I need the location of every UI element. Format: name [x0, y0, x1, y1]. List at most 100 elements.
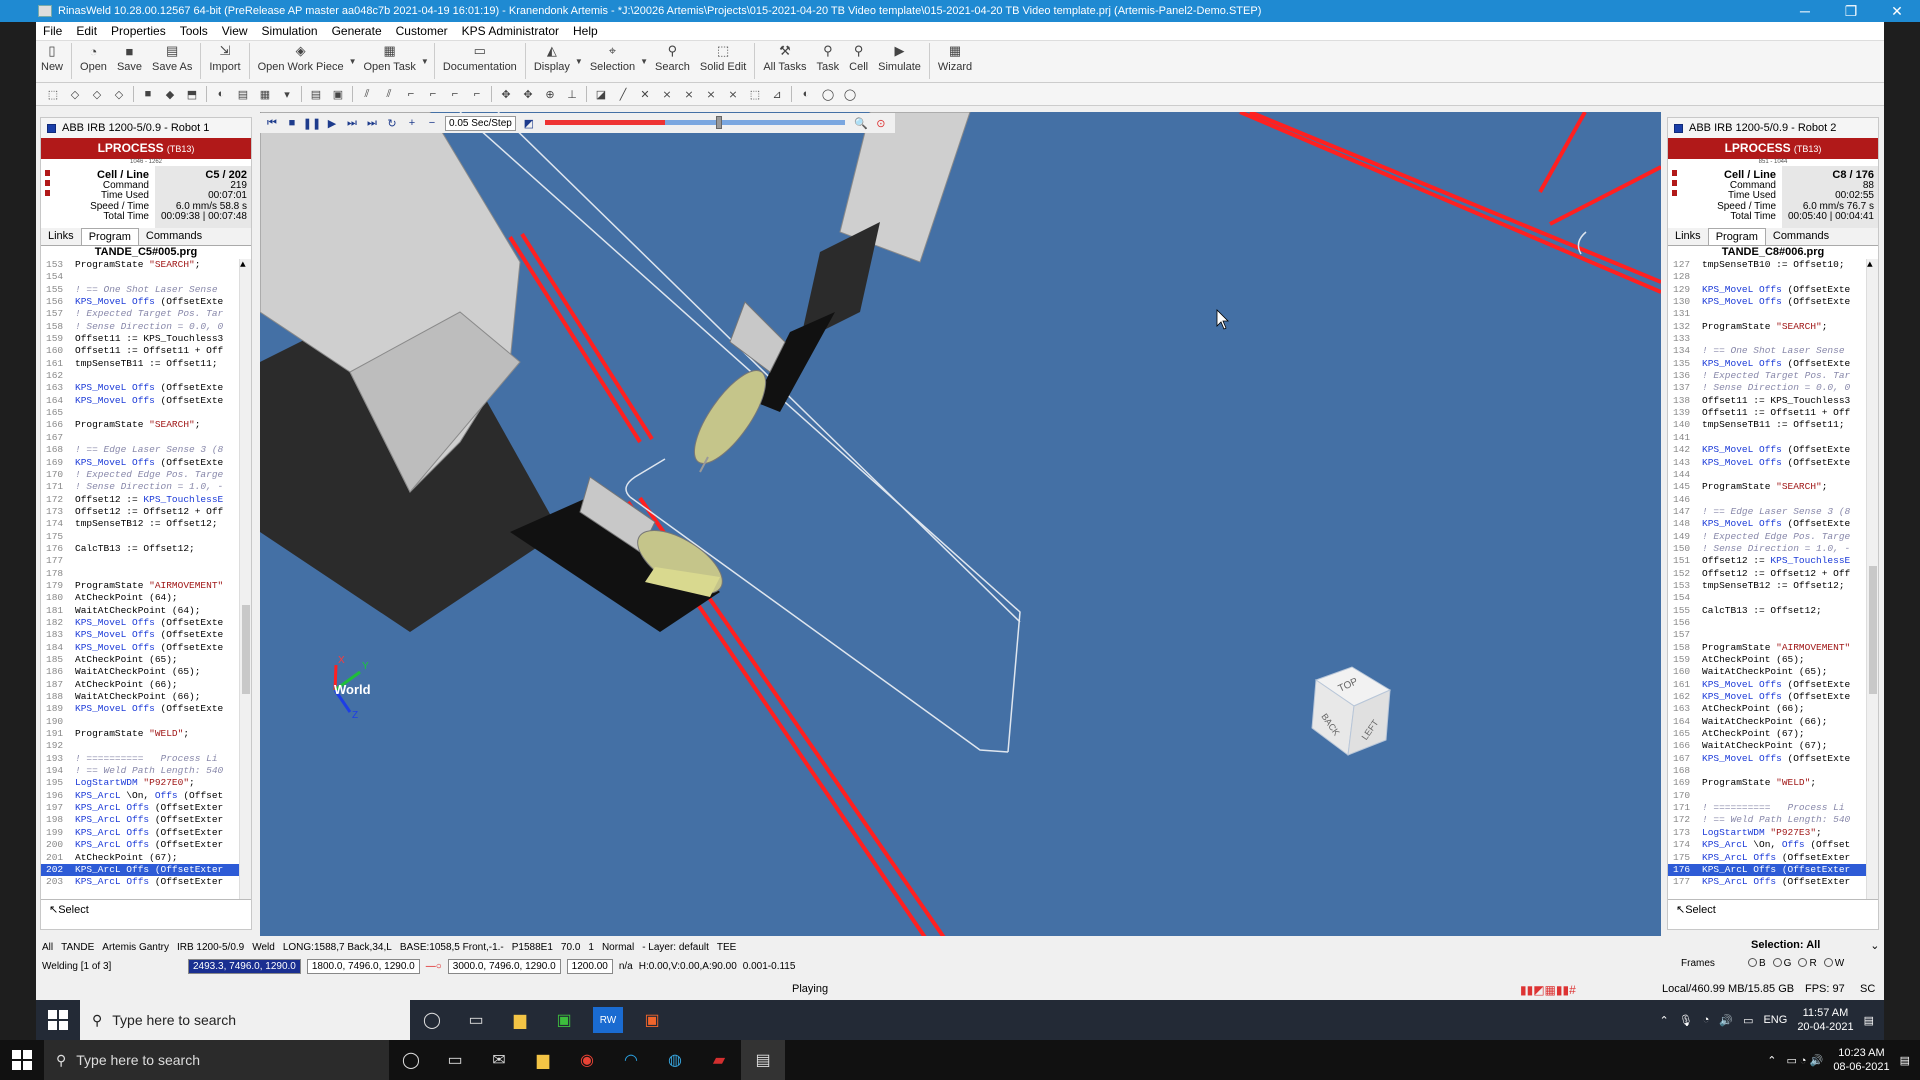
view-tool-icon[interactable]: ◐	[213, 86, 229, 102]
program-code-listing[interactable]: 127 tmpSenseTB10 := Offset10; 128 129 KPS_Mo…	[1668, 259, 1878, 899]
code-line[interactable]: 161 tmpSenseTB11 := Offset11;	[41, 358, 251, 370]
code-line[interactable]: 134 ! == One Shot Laser Sense	[1668, 345, 1878, 357]
record-icon[interactable]: ◩	[521, 116, 537, 130]
code-scrollbar[interactable]: ▲	[239, 259, 251, 899]
code-line[interactable]: 195 LogStartWDM "P927E0";	[41, 777, 251, 789]
cortana-icon[interactable]: ◯	[410, 1000, 454, 1040]
dropdown-arrow-icon[interactable]: ▼	[421, 57, 429, 66]
menu-customer[interactable]: Customer	[389, 24, 455, 38]
code-line[interactable]: 127 tmpSenseTB10 := Offset10;	[1668, 259, 1878, 271]
view-tool-icon[interactable]: ✥	[498, 86, 514, 102]
code-line[interactable]: 188 WaitAtCheckPoint (66);	[41, 691, 251, 703]
code-line[interactable]: 157 ! Expected Target Pos. Tar	[41, 308, 251, 320]
code-scrollbar[interactable]: ▲	[1866, 259, 1878, 899]
view-tool-icon[interactable]: ◐	[798, 86, 814, 102]
view-tool-icon[interactable]: ⬚	[747, 86, 763, 102]
tab-links[interactable]: Links	[41, 228, 81, 245]
view-tool-icon[interactable]: ▤	[235, 86, 251, 102]
code-line[interactable]: 203 KPS_ArcL Offs (OffsetExter	[41, 876, 251, 888]
camtasia-green-icon[interactable]: ▣	[542, 1000, 586, 1040]
toolbar-selection-button[interactable]: ⌖ Selection	[585, 43, 640, 73]
remote-search-box[interactable]: ⚲ Type here to search	[80, 1000, 410, 1040]
view-tool-icon[interactable]: ⬚	[45, 86, 61, 102]
rewind-start-icon[interactable]: ⏮	[264, 116, 280, 130]
menu-view[interactable]: View	[215, 24, 255, 38]
step-forward-icon[interactable]: ⏭	[344, 116, 360, 130]
code-line[interactable]: 156 KPS_MoveL Offs (OffsetExte	[41, 296, 251, 308]
code-line[interactable]: 183 KPS_MoveL Offs (OffsetExte	[41, 629, 251, 641]
view-tool-icon[interactable]: ⫽	[359, 86, 375, 102]
code-line[interactable]: 158 ProgramState "AIRMOVEMENT"	[1668, 642, 1878, 654]
code-line[interactable]: 187 AtCheckPoint (66);	[41, 679, 251, 691]
file-explorer-icon[interactable]: ▆	[498, 1000, 542, 1040]
scene-canvas[interactable]: X Y Z World TOP BACK LEFT	[260, 112, 1661, 936]
code-line[interactable]: 148 KPS_MoveL Offs (OffsetExte	[1668, 518, 1878, 530]
code-line[interactable]: 172 ! == Weld Path Length: 540	[1668, 814, 1878, 826]
code-line[interactable]: 166 ProgramState "SEARCH";	[41, 419, 251, 431]
code-line[interactable]: 169 KPS_MoveL Offs (OffsetExte	[41, 457, 251, 469]
code-line[interactable]: 144	[1668, 469, 1878, 481]
code-line[interactable]: 152 Offset12 := Offset12 + Off	[1668, 568, 1878, 580]
host-tray-chevron-icon[interactable]: ⌃	[1767, 1054, 1776, 1067]
tab-commands[interactable]: Commands	[1766, 228, 1836, 245]
tab-program[interactable]: Program	[1707, 228, 1766, 245]
code-line[interactable]: 153 tmpSenseTB12 := Offset12;	[1668, 580, 1878, 592]
view-tool-icon[interactable]: ⌐	[469, 86, 485, 102]
toolbar-import-button[interactable]: ⇲ Import	[204, 43, 245, 73]
view-tool-icon[interactable]: ▣	[330, 86, 346, 102]
toolbar-save-button[interactable]: ■ Save	[112, 43, 147, 74]
view-tool-icon[interactable]: ◇	[67, 86, 83, 102]
code-line[interactable]: 202 KPS_ArcL Offs (OffsetExter	[41, 863, 251, 877]
code-line[interactable]: 175 KPS_ArcL Offs (OffsetExter	[1668, 852, 1878, 864]
frame-option-g[interactable]: G	[1772, 958, 1791, 969]
code-line[interactable]: 175	[41, 531, 251, 543]
code-line[interactable]: 132 ProgramState "SEARCH";	[1668, 321, 1878, 333]
host-task-view-icon[interactable]: ▭	[433, 1040, 477, 1080]
stop-icon[interactable]: ■	[284, 116, 300, 130]
code-line[interactable]: 162 KPS_MoveL Offs (OffsetExte	[1668, 691, 1878, 703]
scroll-up-icon[interactable]: ▲	[1867, 259, 1878, 271]
robot-selector[interactable]: ABB IRB 1200-5/0.9 - Robot 2	[1668, 118, 1878, 138]
menu-properties[interactable]: Properties	[104, 24, 173, 38]
pdf-reader-icon[interactable]: ▰	[697, 1040, 741, 1080]
step-size-field[interactable]: 0.05 Sec/Step	[445, 115, 516, 131]
code-line[interactable]: 157	[1668, 629, 1878, 641]
code-line[interactable]: 128	[1668, 271, 1878, 283]
toolbar-simulate-button[interactable]: ▶ Simulate	[873, 43, 926, 73]
code-line[interactable]: 180 AtCheckPoint (64);	[41, 592, 251, 604]
zoom-icon[interactable]: 🔍	[853, 116, 869, 130]
code-line[interactable]: 179 ProgramState "AIRMOVEMENT"	[41, 580, 251, 592]
view-tool-icon[interactable]: ⊥	[564, 86, 580, 102]
language-indicator[interactable]: ENG	[1763, 1014, 1787, 1026]
menu-file[interactable]: File	[36, 24, 69, 38]
code-line[interactable]: 141	[1668, 432, 1878, 444]
view-tool-icon[interactable]: ■	[140, 86, 156, 102]
view-tool-icon[interactable]: ⨯	[681, 86, 697, 102]
close-button[interactable]: ✕	[1874, 3, 1920, 20]
code-line[interactable]: 165	[41, 407, 251, 419]
volume-icon[interactable]: 🔊	[1719, 1014, 1733, 1027]
speed-down-icon[interactable]: −	[424, 116, 440, 130]
selection-filter[interactable]: Selection: All	[1751, 939, 1820, 951]
code-line[interactable]: 169 ProgramState "WELD";	[1668, 777, 1878, 789]
code-line[interactable]: 158 ! Sense Direction = 0.0, 0	[41, 321, 251, 333]
toolbar-save-as-button[interactable]: ▤ Save As	[147, 43, 197, 73]
mic-icon[interactable]: 🎙	[1679, 1014, 1693, 1027]
view-tool-icon[interactable]: ⨯	[725, 86, 741, 102]
code-line[interactable]: 170	[1668, 790, 1878, 802]
code-line[interactable]: 133	[1668, 333, 1878, 345]
code-line[interactable]: 196 KPS_ArcL \On, Offs (Offset	[41, 790, 251, 802]
view-tool-icon[interactable]: ▤	[308, 86, 324, 102]
dropdown-arrow-icon[interactable]: ▼	[349, 57, 357, 66]
code-line[interactable]: 176 CalcTB13 := Offset12;	[41, 543, 251, 555]
remote-clock[interactable]: 11:57 AM 20-04-2021	[1797, 1006, 1853, 1034]
robot-selector[interactable]: ABB IRB 1200-5/0.9 - Robot 1	[41, 118, 251, 138]
frame-option-w[interactable]: W	[1823, 958, 1844, 969]
code-line[interactable]: 138 Offset11 := KPS_Touchless3	[1668, 395, 1878, 407]
code-line[interactable]: 199 KPS_ArcL Offs (OffsetExter	[41, 827, 251, 839]
code-line[interactable]: 201 AtCheckPoint (67);	[41, 852, 251, 864]
battery-icon[interactable]: ▭	[1743, 1014, 1753, 1027]
code-line[interactable]: 165 AtCheckPoint (67);	[1668, 728, 1878, 740]
play-icon[interactable]: ▶	[324, 116, 340, 130]
toolbar-open-work-piece-button[interactable]: ◈ Open Work Piece	[253, 43, 349, 73]
